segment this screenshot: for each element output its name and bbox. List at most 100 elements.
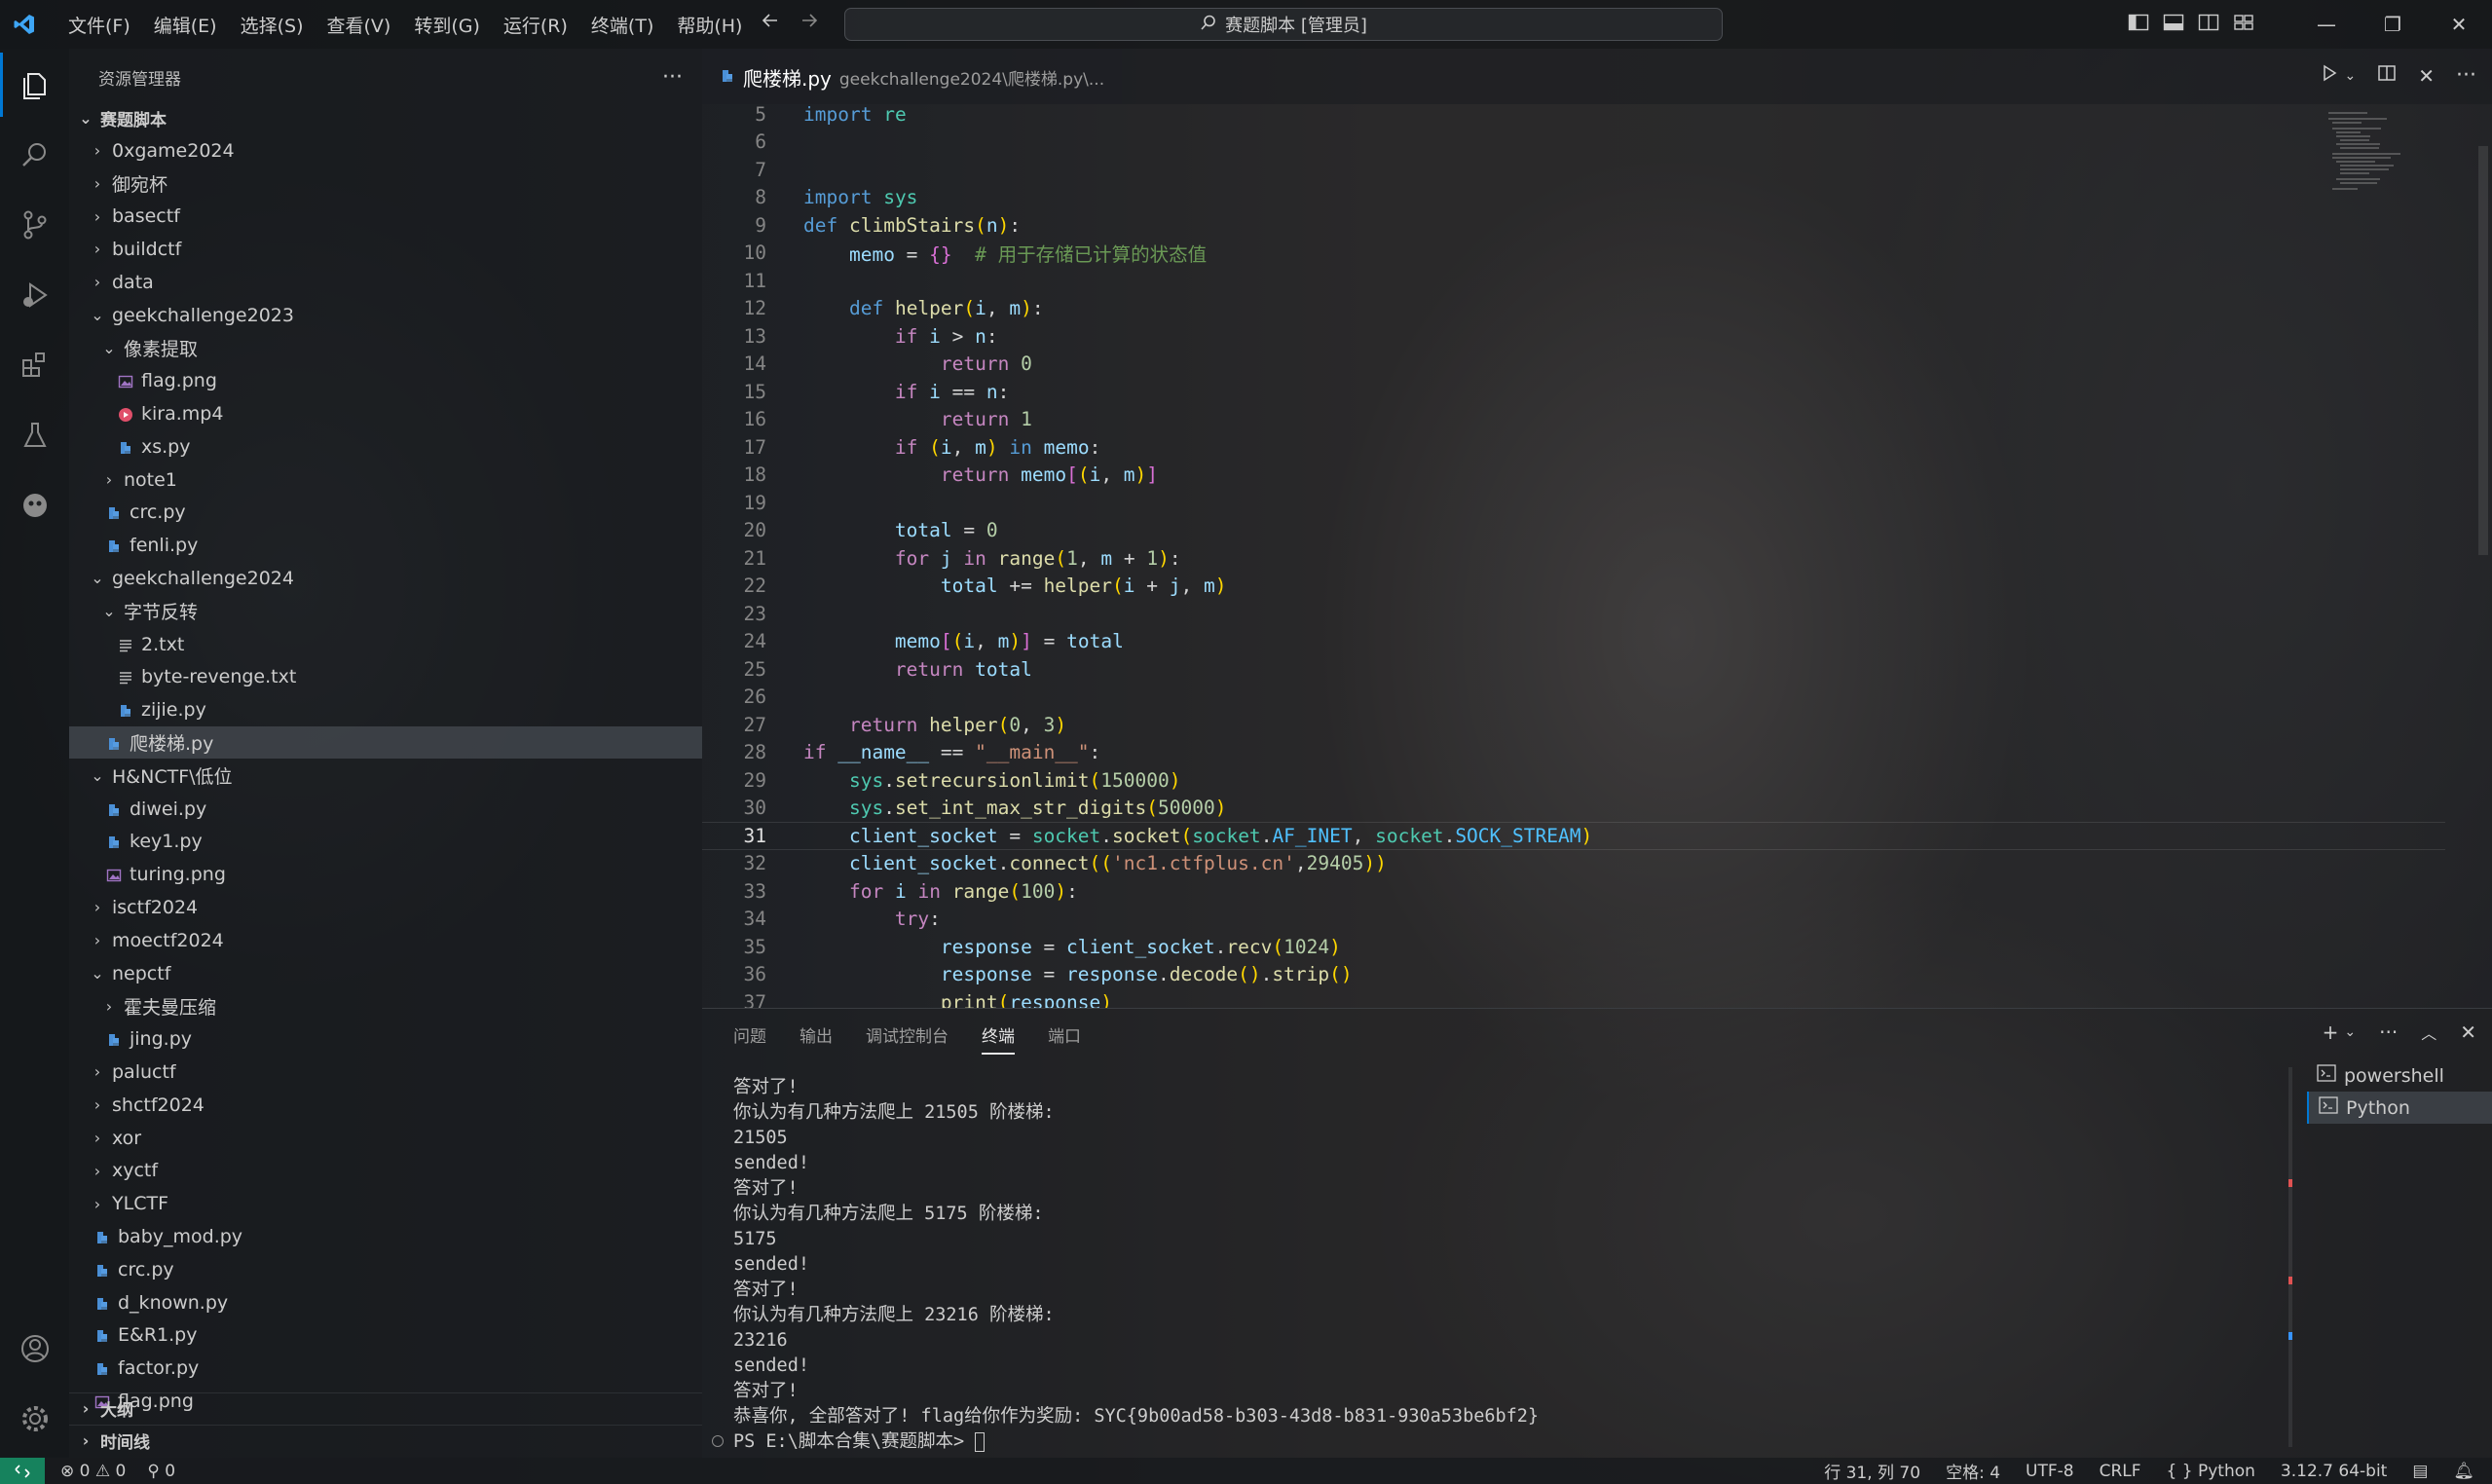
code-line[interactable]: 18 return memo[(i, m)] [702,462,2445,490]
code-line[interactable]: 35 response = client_socket.recv(1024) [702,933,2445,961]
tree-file[interactable]: fenli.py [69,530,702,562]
maximize-panel-icon[interactable]: ︿ [2421,1020,2436,1044]
code-line[interactable]: 17 if (i, m) in memo: [702,433,2445,462]
python-interpreter[interactable]: 3.12.7 64-bit [2281,1462,2387,1481]
tab-active-file[interactable]: 爬楼梯.py geekchallenge2024\爬楼梯.py\... [702,49,1123,104]
tree-folder[interactable]: › data [69,266,702,298]
tree-file[interactable]: d_known.py [69,1286,702,1318]
ports-status[interactable]: ⚲ 0 [147,1462,175,1481]
tree-folder[interactable]: › basectf [69,201,702,233]
menu-edit[interactable]: 编辑(E) [142,12,229,38]
tree-file[interactable]: turing.png [69,859,702,891]
testing-flask-icon[interactable] [0,403,69,467]
code-line[interactable]: 12 def helper(i, m): [702,295,2445,323]
tree-folder[interactable]: › YLCTF [69,1188,702,1220]
remote-indicator-icon[interactable] [0,1458,45,1484]
extensions-icon[interactable] [0,333,69,397]
code-line[interactable]: 36 response = response.decode().strip() [702,961,2445,989]
split-editor-icon[interactable] [2377,63,2397,88]
code-line[interactable]: 33 for i in range(100): [702,877,2445,906]
tab-terminal[interactable]: 终端 [982,1022,1015,1055]
code-line[interactable]: 26 [702,684,2445,712]
feedback-icon[interactable]: ▤ [2412,1462,2428,1481]
code-line[interactable]: 9 def climbStairs(n): [702,211,2445,240]
minimize-icon[interactable]: — [2293,13,2360,36]
toggle-panel-icon[interactable] [2163,13,2184,37]
timeline-section[interactable]: › 时间线 [69,1425,702,1456]
code-line[interactable]: 29 sys.setrecursionlimit(150000) [702,766,2445,795]
code-line[interactable]: 5 import re [702,104,2445,129]
code-line[interactable]: 27 return helper(0, 3) [702,711,2445,739]
code-line[interactable]: 7 [702,156,2445,184]
tree-folder[interactable]: › xor [69,1122,702,1154]
tree-file[interactable]: zijie.py [69,694,702,726]
tree-folder[interactable]: ⌄ 字节反转 [69,595,702,627]
problems-status[interactable]: ⊗ 0 ⚠ 0 [60,1462,126,1481]
tree-folder[interactable]: › isctf2024 [69,891,702,923]
menu-goto[interactable]: 转到(G) [402,12,492,38]
account-icon[interactable] [0,1317,69,1381]
code-line[interactable]: 16 return 1 [702,406,2445,434]
tree-file[interactable]: jing.py [69,1023,702,1056]
terminal-item-powershell[interactable]: powershell [2307,1059,2492,1092]
tree-file[interactable]: factor.py [69,1353,702,1385]
menu-view[interactable]: 查看(V) [316,12,403,38]
remote-explorer-icon[interactable] [0,473,69,538]
code-line[interactable]: 37 print(response) [702,988,2445,1008]
panel-more-icon[interactable]: ··· [2379,1020,2398,1044]
encoding[interactable]: UTF-8 [2026,1462,2074,1481]
editor-more-icon[interactable]: ··· [2456,63,2476,88]
tree-folder[interactable]: › 御宛杯 [69,167,702,200]
tree-folder[interactable]: › note1 [69,464,702,496]
tab-problems[interactable]: 问题 [733,1022,766,1055]
new-terminal-plus-icon[interactable]: + [2323,1020,2339,1044]
tree-folder[interactable]: ⌄ H&NCTF\低位 [69,760,702,792]
tree-file[interactable]: baby_mod.py [69,1220,702,1252]
source-control-icon[interactable] [0,193,69,257]
tree-file[interactable]: key1.py [69,826,702,858]
tree-folder[interactable]: ⌄ nepctf [69,957,702,989]
code-line[interactable]: 21 for j in range(1, m + 1): [702,544,2445,573]
code-line[interactable]: 23 [702,600,2445,628]
close-panel-icon[interactable]: ✕ [2460,1020,2476,1044]
tree-file[interactable]: diwei.py [69,793,702,825]
menu-help[interactable]: 帮助(H) [665,12,754,38]
tree-file[interactable]: 2.txt [69,628,702,660]
code-line[interactable]: 24 memo[(i, m)] = total [702,628,2445,656]
code-line[interactable]: 20 total = 0 [702,517,2445,545]
code-line[interactable]: 19 [702,489,2445,517]
search-view-icon[interactable] [0,123,69,187]
code-line[interactable]: 22 total += helper(i + j, m) [702,573,2445,601]
explorer-icon[interactable] [0,53,69,117]
tree-file[interactable]: 爬楼梯.py [69,726,702,760]
tree-folder[interactable]: › shctf2024 [69,1089,702,1121]
run-python-file-icon[interactable] [2320,63,2339,88]
code-line[interactable]: 34 try: [702,906,2445,934]
tree-file[interactable]: crc.py [69,497,702,529]
terminal-prompt[interactable]: PS E:\脚本合集\赛题脚本> [733,1429,2272,1455]
tree-file[interactable]: flag.png [69,365,702,397]
menu-run[interactable]: 运行(R) [492,12,579,38]
indentation[interactable]: 空格: 4 [1946,1459,2000,1483]
tree-folder[interactable]: › 霍夫曼压缩 [69,990,702,1022]
code-line[interactable]: 14 return 0 [702,351,2445,379]
tree-folder[interactable]: › 0xgame2024 [69,134,702,167]
tab-debug-console[interactable]: 调试控制台 [866,1022,948,1055]
notifications-bell-icon[interactable]: 🔔︎ [2453,1462,2474,1481]
menu-terminal[interactable]: 终端(T) [579,12,665,38]
tree-folder[interactable]: › xyctf [69,1155,702,1187]
toggle-primary-sidebar-icon[interactable] [2128,13,2149,37]
run-debug-icon[interactable] [0,263,69,327]
tab-output[interactable]: 输出 [800,1022,833,1055]
tree-folder[interactable]: › buildctf [69,233,702,265]
tree-file[interactable]: crc.py [69,1253,702,1285]
toggle-secondary-sidebar-icon[interactable] [2198,13,2219,37]
tree-folder[interactable]: › paluctf [69,1056,702,1088]
chevron-down-icon[interactable]: ⌄ [2344,1024,2356,1040]
workspace-root[interactable]: ⌄ 赛题脚本 [69,102,702,134]
tree-folder[interactable]: ⌄ geekchallenge2023 [69,299,702,331]
code-line[interactable]: 15 if i == n: [702,378,2445,406]
code-editor[interactable]: 5 import re 6 7 8 import sys 9 def climbStairs(… [702,104,2492,1008]
menu-selection[interactable]: 选择(S) [229,12,316,38]
customize-layout-icon[interactable] [2233,13,2254,37]
